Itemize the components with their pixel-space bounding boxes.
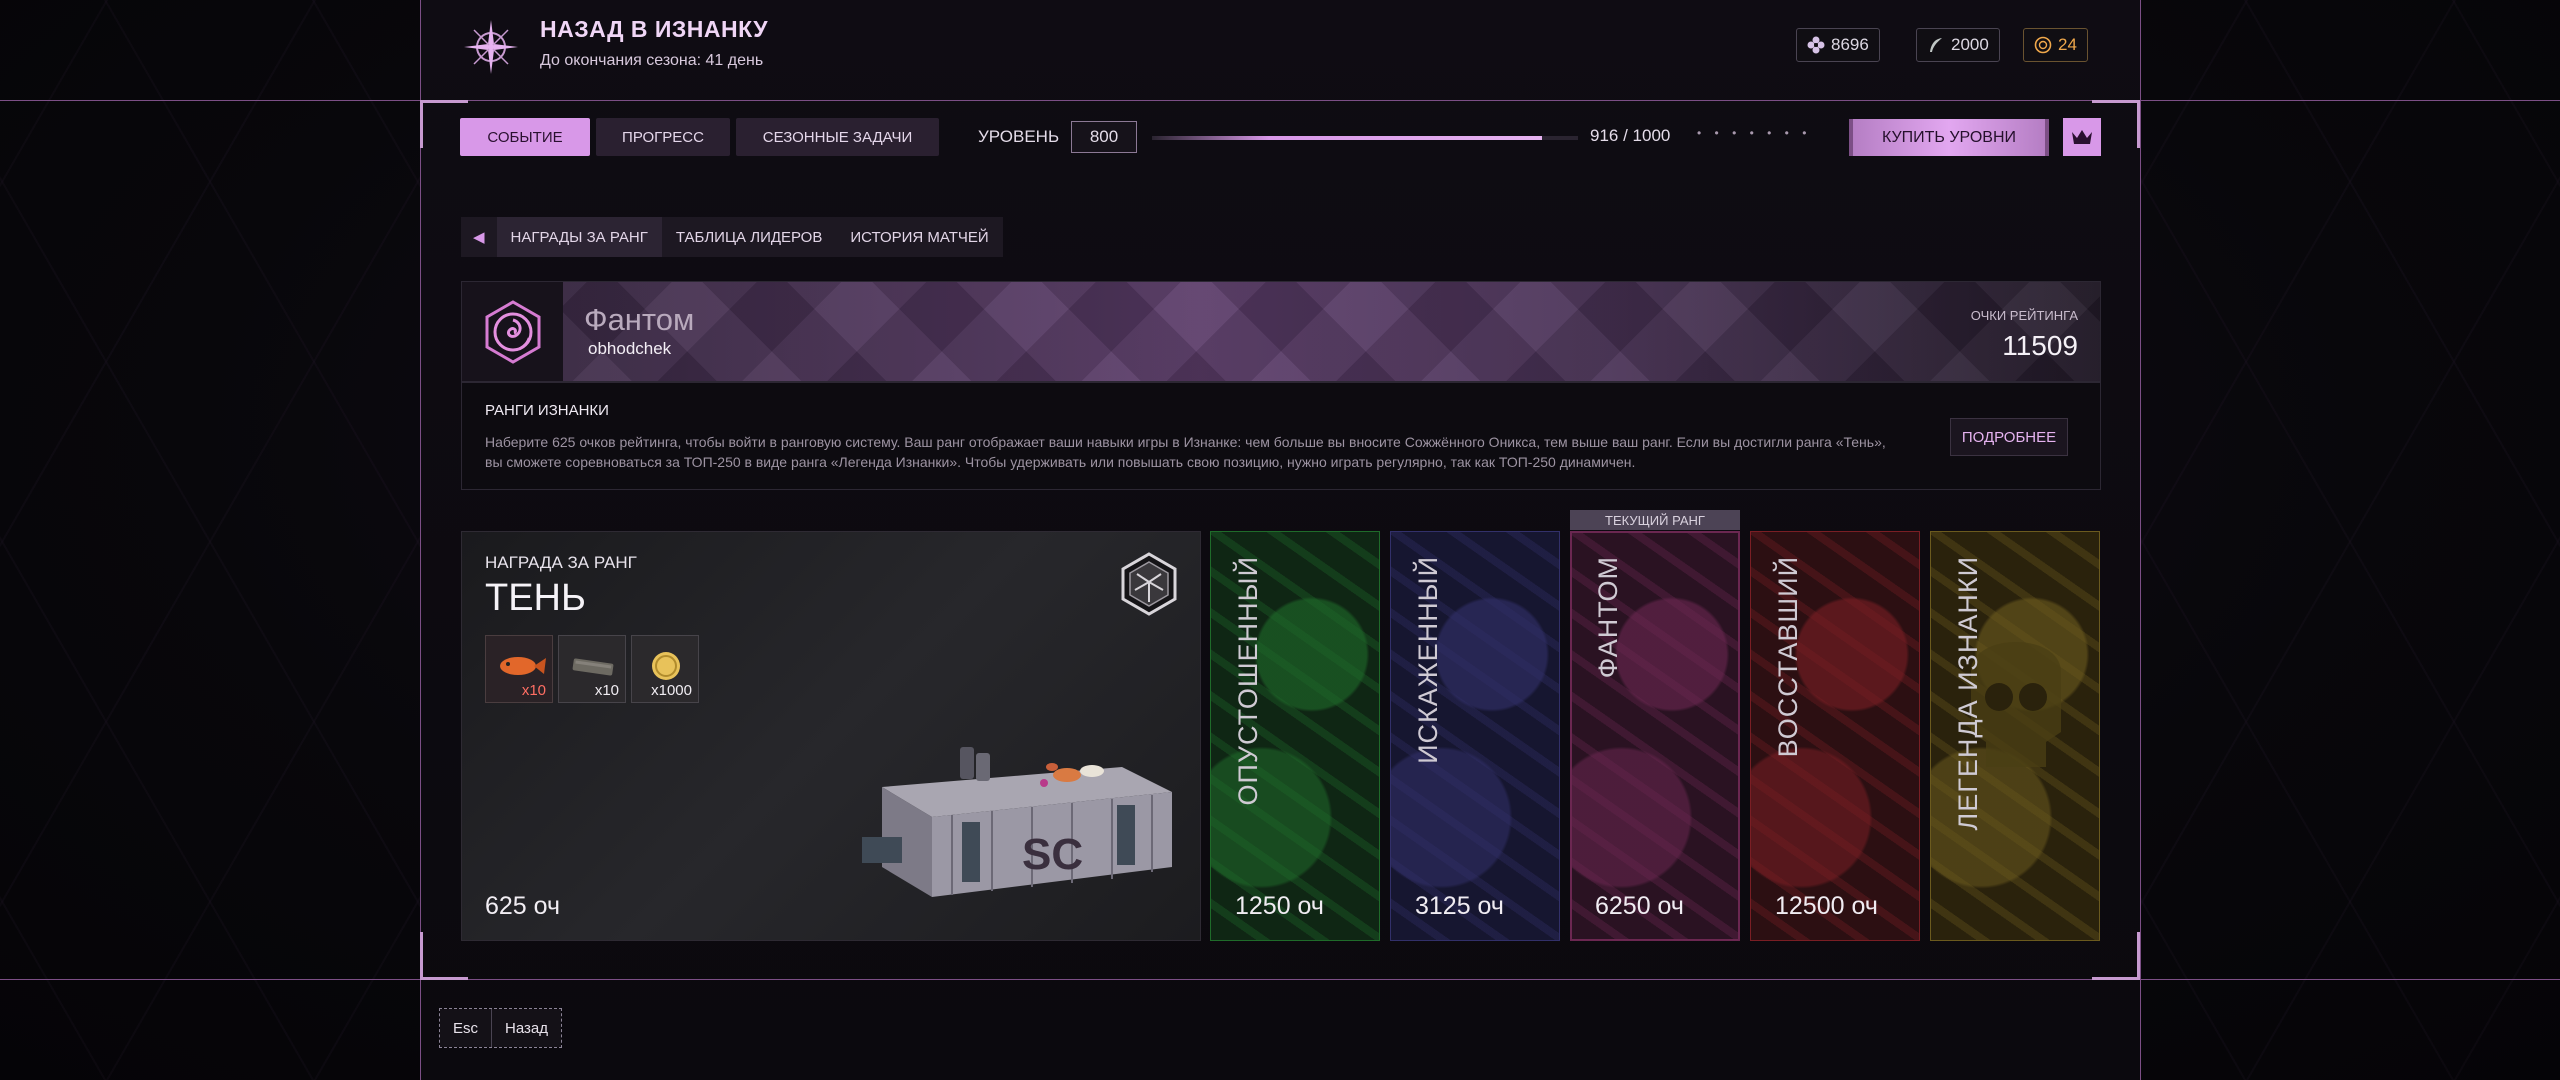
- rank-column-points: 12500 оч: [1775, 892, 1878, 920]
- coin-currency-icon: [2034, 36, 2052, 54]
- rank-reward-card[interactable]: НАГРАДА ЗА РАНГ ТЕНЬ x10 x10 x1000 SC 62…: [461, 531, 1201, 941]
- buy-levels-button[interactable]: КУПИТЬ УРОВНИ: [1849, 119, 2049, 156]
- level-progress-fill: [1152, 136, 1543, 140]
- currency-coin-value: 24: [2058, 35, 2077, 54]
- tab-progress[interactable]: ПРОГРЕСС: [596, 118, 730, 156]
- esc-key-hint: Esc: [440, 1009, 492, 1047]
- reward-points: 625 оч: [485, 892, 561, 920]
- crown-icon: [2072, 130, 2092, 144]
- flower-currency-icon: [1807, 36, 1825, 54]
- reward-chest-image: SC: [862, 697, 1192, 897]
- current-rank-tag: ТЕКУЩИЙ РАНГ: [1570, 510, 1740, 530]
- rank-info-text: Наберите 625 очков рейтинга, чтобы войти…: [485, 434, 1886, 470]
- back-button[interactable]: Esc Назад: [439, 1008, 562, 1048]
- rank-column-phantom[interactable]: ФАНТОМ 6250 оч: [1570, 531, 1740, 941]
- currency-coin: 24: [2023, 28, 2088, 62]
- rating-points-label: ОЧКИ РЕЙТИНГА: [1970, 308, 2078, 323]
- currency-flower: 8696: [1796, 28, 1880, 62]
- reward-item-qty: x10: [521, 682, 546, 699]
- page-title: НАЗАД В ИЗНАНКУ: [540, 16, 769, 42]
- rank-column-name: ИСКАЖЕННЫЙ: [1413, 556, 1443, 764]
- level-label: УРОВЕНЬ: [978, 127, 1060, 146]
- rank-info-box: РАНГИ ИЗНАНКИ Наберите 625 очков рейтинг…: [461, 382, 2101, 490]
- left-background-pattern: [0, 0, 420, 1080]
- rose-emblem-icon: [485, 300, 540, 364]
- more-info-button[interactable]: ПОДРОБНЕЕ: [1950, 418, 2068, 456]
- tab-event[interactable]: СОБЫТИЕ: [460, 118, 590, 156]
- tab-season-tasks[interactable]: СЕЗОННЫЕ ЗАДАЧИ: [736, 118, 939, 156]
- profile-rank-name: Фантом: [584, 302, 695, 337]
- profile-username: obhodchek: [588, 339, 672, 358]
- rank-info-title: РАНГИ ИЗНАНКИ: [485, 402, 609, 419]
- frame-line-left: [420, 0, 421, 1080]
- subtab-leaderboard[interactable]: ТАБЛИЦА ЛИДЕРОВ: [662, 217, 837, 257]
- rank-column-name: ЛЕГЕНДА ИЗНАНКИ: [1953, 556, 1983, 831]
- reward-rank-name: ТЕНЬ: [485, 577, 586, 619]
- subtabs-back-arrow-icon[interactable]: ◀: [461, 217, 497, 257]
- frame-line-right: [2140, 0, 2141, 1080]
- rank-column-risen[interactable]: ВОССТАВШИЙ 12500 оч: [1750, 531, 1920, 941]
- svg-text:SC: SC: [1022, 830, 1083, 879]
- rank-column-name: ОПУСТОШЕННЫЙ: [1233, 556, 1263, 806]
- reward-item-fish[interactable]: x10: [485, 635, 553, 703]
- compass-star-icon: [462, 18, 520, 76]
- reward-item-qty: x10: [594, 682, 619, 699]
- reward-item-plank[interactable]: x10: [558, 635, 626, 703]
- frame-line-bottom: [0, 979, 2560, 980]
- rank-column-points: 1250 оч: [1235, 892, 1324, 920]
- profile-card: Фантом obhodchek ОЧКИ РЕЙТИНГА 11509: [461, 281, 2101, 382]
- rank-column-devastated[interactable]: ОПУСТОШЕННЫЙ 1250 оч: [1210, 531, 1380, 941]
- subtab-match-history[interactable]: ИСТОРИЯ МАТЧЕЙ: [836, 217, 1002, 257]
- rank-column-name: ФАНТОМ: [1593, 556, 1623, 679]
- rank-column-points: 3125 оч: [1415, 892, 1504, 920]
- currency-feather-value: 2000: [1951, 35, 1989, 54]
- right-background-pattern: [2140, 0, 2560, 1080]
- rank-subtabs: ◀ НАГРАДЫ ЗА РАНГ ТАБЛИЦА ЛИДЕРОВ ИСТОРИ…: [461, 217, 1003, 257]
- crown-button[interactable]: [2063, 118, 2101, 156]
- level-progress-bar: [1152, 136, 1578, 140]
- level-progress-text: 916 / 1000: [1590, 126, 1671, 145]
- feather-currency-icon: [1927, 36, 1945, 54]
- shadow-rank-badge-icon: [1117, 552, 1181, 616]
- subtab-rank-rewards[interactable]: НАГРАДЫ ЗА РАНГ: [496, 217, 662, 257]
- currency-feather: 2000: [1916, 28, 2000, 62]
- rank-column-name: ВОССТАВШИЙ: [1773, 556, 1803, 758]
- rank-column-distorted[interactable]: ИСКАЖЕННЫЙ 3125 оч: [1390, 531, 1560, 941]
- reward-item-gold[interactable]: x1000: [631, 635, 699, 703]
- frame-line-top: [0, 100, 2560, 101]
- rank-emblem: [462, 282, 563, 381]
- level-milestone-dots: • • • • • • •: [1697, 126, 1812, 140]
- rating-points-value: 11509: [2002, 330, 2078, 361]
- reward-item-qty: x1000: [651, 682, 692, 699]
- level-value: 800: [1071, 121, 1137, 153]
- currency-flower-value: 8696: [1831, 35, 1869, 54]
- rank-column-legend[interactable]: ЛЕГЕНДА ИЗНАНКИ: [1930, 531, 2100, 941]
- back-label: Назад: [491, 1009, 561, 1047]
- season-countdown: До окончания сезона: 41 день: [540, 52, 764, 69]
- rank-column-points: 6250 оч: [1595, 892, 1684, 920]
- reward-label: НАГРАДА ЗА РАНГ: [485, 553, 637, 572]
